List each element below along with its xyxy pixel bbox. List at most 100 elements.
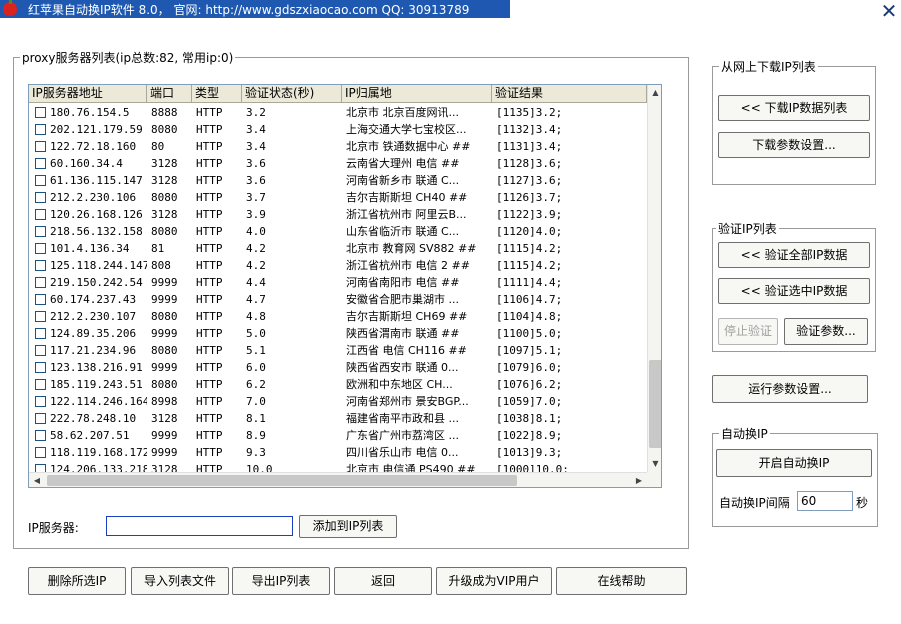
row-checkbox[interactable] (35, 260, 46, 271)
scroll-right-icon[interactable]: ▶ (631, 473, 647, 487)
row-location: 江西省 电信 CH116 ## (346, 344, 467, 357)
row-verify-time: 6.2 (246, 378, 266, 391)
col-location[interactable]: IP归属地 (342, 85, 492, 103)
row-checkbox[interactable] (35, 226, 46, 237)
row-checkbox[interactable] (35, 209, 46, 220)
table-row[interactable]: 58.62.207.51 9999 HTTP 8.9 广东省广州市荔湾区 ... [102… (29, 427, 647, 444)
row-ip-cell: 60.160.34.4 (29, 155, 147, 172)
verify-selected-button[interactable]: << 验证选中IP数据 (718, 278, 870, 304)
stop-verify-button[interactable]: 停止验证 (718, 318, 778, 345)
table-row[interactable]: 202.121.179.59 8080 HTTP 3.4 上海交通大学七宝校区... [1… (29, 121, 647, 138)
verify-all-button[interactable]: << 验证全部IP数据 (718, 242, 870, 268)
row-location: 陕西省渭南市 联通 ## (346, 327, 460, 340)
row-checkbox[interactable] (35, 447, 46, 458)
add-to-list-button[interactable]: 添加到IP列表 (299, 515, 397, 538)
row-type: HTTP (196, 242, 223, 255)
row-type: HTTP (196, 310, 223, 323)
row-verify-time: 4.2 (246, 242, 266, 255)
table-row[interactable]: 222.78.248.10 3128 HTTP 8.1 福建省南平市政和县 ... [10… (29, 410, 647, 427)
table-row[interactable]: 124.89.35.206 9999 HTTP 5.0 陕西省渭南市 联通 ## [110… (29, 325, 647, 342)
row-checkbox[interactable] (35, 243, 46, 254)
start-auto-switch-button[interactable]: 开启自动换IP (716, 449, 872, 477)
row-location: 北京市 铁通数据中心 ## (346, 140, 471, 153)
delete-selected-button[interactable]: 删除所选IP (28, 567, 126, 595)
vertical-scrollbar[interactable]: ▲ ▼ (647, 85, 661, 472)
row-result: [1076]6.2; (496, 378, 563, 391)
row-checkbox[interactable] (35, 328, 46, 339)
interval-input[interactable] (797, 491, 853, 511)
table-row[interactable]: 60.174.237.43 9999 HTTP 4.7 安徽省合肥市巢湖市 ... [11… (29, 291, 647, 308)
row-checkbox[interactable] (35, 158, 46, 169)
table-row[interactable]: 122.72.18.160 80 HTTP 3.4 北京市 铁通数据中心 ## [1131… (29, 138, 647, 155)
close-icon[interactable]: ✕ (880, 1, 898, 21)
row-port: 9999 (151, 361, 178, 374)
row-ip-cell: 185.119.243.51 (29, 376, 147, 393)
col-ip[interactable]: IP服务器地址 (29, 85, 147, 103)
scroll-left-icon[interactable]: ◀ (29, 473, 45, 487)
row-checkbox[interactable] (35, 311, 46, 322)
run-params-button[interactable]: 运行参数设置... (712, 375, 868, 403)
table-row[interactable]: 125.118.244.147 808 HTTP 4.2 浙江省杭州市 电信 2 ## [… (29, 257, 647, 274)
table-row[interactable]: 117.21.234.96 8080 HTTP 5.1 江西省 电信 CH116 ## [… (29, 342, 647, 359)
row-checkbox[interactable] (35, 141, 46, 152)
import-list-button[interactable]: 导入列表文件 (131, 567, 229, 595)
row-ip-cell: 120.26.168.126 (29, 206, 147, 223)
row-checkbox[interactable] (35, 192, 46, 203)
table-row[interactable]: 118.119.168.172 9999 HTTP 9.3 四川省乐山市 电信 0...… (29, 444, 647, 461)
table-row[interactable]: 101.4.136.34 81 HTTP 4.2 北京市 教育网 SV882 ## [11… (29, 240, 647, 257)
row-checkbox[interactable] (35, 362, 46, 373)
row-ip-cell: 212.2.230.107 (29, 308, 147, 325)
row-checkbox[interactable] (35, 175, 46, 186)
row-result: [1000]10.0; (496, 463, 569, 472)
table-row[interactable]: 123.138.216.91 9999 HTTP 6.0 陕西省西安市 联通 0... [… (29, 359, 647, 376)
row-ip: 123.138.216.91 (50, 361, 143, 374)
vertical-scroll-thumb[interactable] (649, 360, 661, 448)
download-params-button[interactable]: 下载参数设置... (718, 132, 870, 158)
row-type: HTTP (196, 412, 223, 425)
table-row[interactable]: 124.206.133.218 3128 HTTP 10.0 北京市 电信通 PS490… (29, 461, 647, 472)
table-row[interactable]: 219.150.242.54 9999 HTTP 4.4 河南省南阳市 电信 ## [11… (29, 274, 647, 291)
horizontal-scrollbar[interactable]: ◀ ▶ (29, 472, 647, 487)
row-ip: 218.56.132.158 (50, 225, 143, 238)
ip-server-input[interactable] (106, 516, 293, 536)
scroll-up-icon[interactable]: ▲ (648, 85, 661, 101)
col-result[interactable]: 验证结果 (492, 85, 647, 103)
row-checkbox[interactable] (35, 413, 46, 424)
col-port[interactable]: 端口 (147, 85, 192, 103)
export-list-button[interactable]: 导出IP列表 (232, 567, 330, 595)
scroll-down-icon[interactable]: ▼ (648, 456, 661, 472)
row-checkbox[interactable] (35, 124, 46, 135)
table-row[interactable]: 212.2.230.107 8080 HTTP 4.8 吉尔吉斯斯坦 CH69 ## [1… (29, 308, 647, 325)
row-checkbox[interactable] (35, 464, 46, 472)
verify-params-button[interactable]: 验证参数... (784, 318, 868, 345)
table-row[interactable]: 120.26.168.126 3128 HTTP 3.9 浙江省杭州市 阿里云B... [… (29, 206, 647, 223)
row-type: HTTP (196, 429, 223, 442)
row-checkbox[interactable] (35, 379, 46, 390)
col-type[interactable]: 类型 (192, 85, 242, 103)
row-checkbox[interactable] (35, 277, 46, 288)
online-help-button[interactable]: 在线帮助 (556, 567, 687, 595)
table-row[interactable]: 180.76.154.5 8888 HTTP 3.2 北京市 北京百度网讯... [113… (29, 104, 647, 121)
table-row[interactable]: 122.114.246.164 8998 HTTP 7.0 河南省郑州市 景安BGP..… (29, 393, 647, 410)
row-location: 浙江省杭州市 阿里云B... (346, 208, 467, 221)
row-result: [1059]7.0; (496, 395, 563, 408)
row-port: 81 (151, 242, 165, 255)
table-row[interactable]: 218.56.132.158 8080 HTTP 4.0 山东省临沂市 联通 C... [… (29, 223, 647, 240)
horizontal-scroll-thumb[interactable] (47, 475, 517, 486)
col-verify-time[interactable]: 验证状态(秒) (242, 85, 342, 103)
row-ip-cell: 124.206.133.218 (29, 461, 147, 472)
upgrade-vip-button[interactable]: 升级成为VIP用户 (436, 567, 552, 595)
row-checkbox[interactable] (35, 345, 46, 356)
row-checkbox[interactable] (35, 430, 46, 441)
table-row[interactable]: 60.160.34.4 3128 HTTP 3.6 云南省大理州 电信 ## [1128]… (29, 155, 647, 172)
row-port: 8080 (151, 191, 178, 204)
download-ip-list-button[interactable]: << 下载IP数据列表 (718, 95, 870, 121)
table-row[interactable]: 185.119.243.51 8080 HTTP 6.2 欧洲和中东地区 CH... [1… (29, 376, 647, 393)
row-checkbox[interactable] (35, 396, 46, 407)
row-checkbox[interactable] (35, 107, 46, 118)
proxy-list-view[interactable]: IP服务器地址 端口 类型 验证状态(秒) IP归属地 验证结果 180.76.… (28, 84, 662, 488)
table-row[interactable]: 212.2.230.106 8080 HTTP 3.7 吉尔吉斯斯坦 CH40 ## [1… (29, 189, 647, 206)
back-button[interactable]: 返回 (334, 567, 432, 595)
row-checkbox[interactable] (35, 294, 46, 305)
table-row[interactable]: 61.136.115.147 3128 HTTP 3.6 河南省新乡市 联通 C... [… (29, 172, 647, 189)
